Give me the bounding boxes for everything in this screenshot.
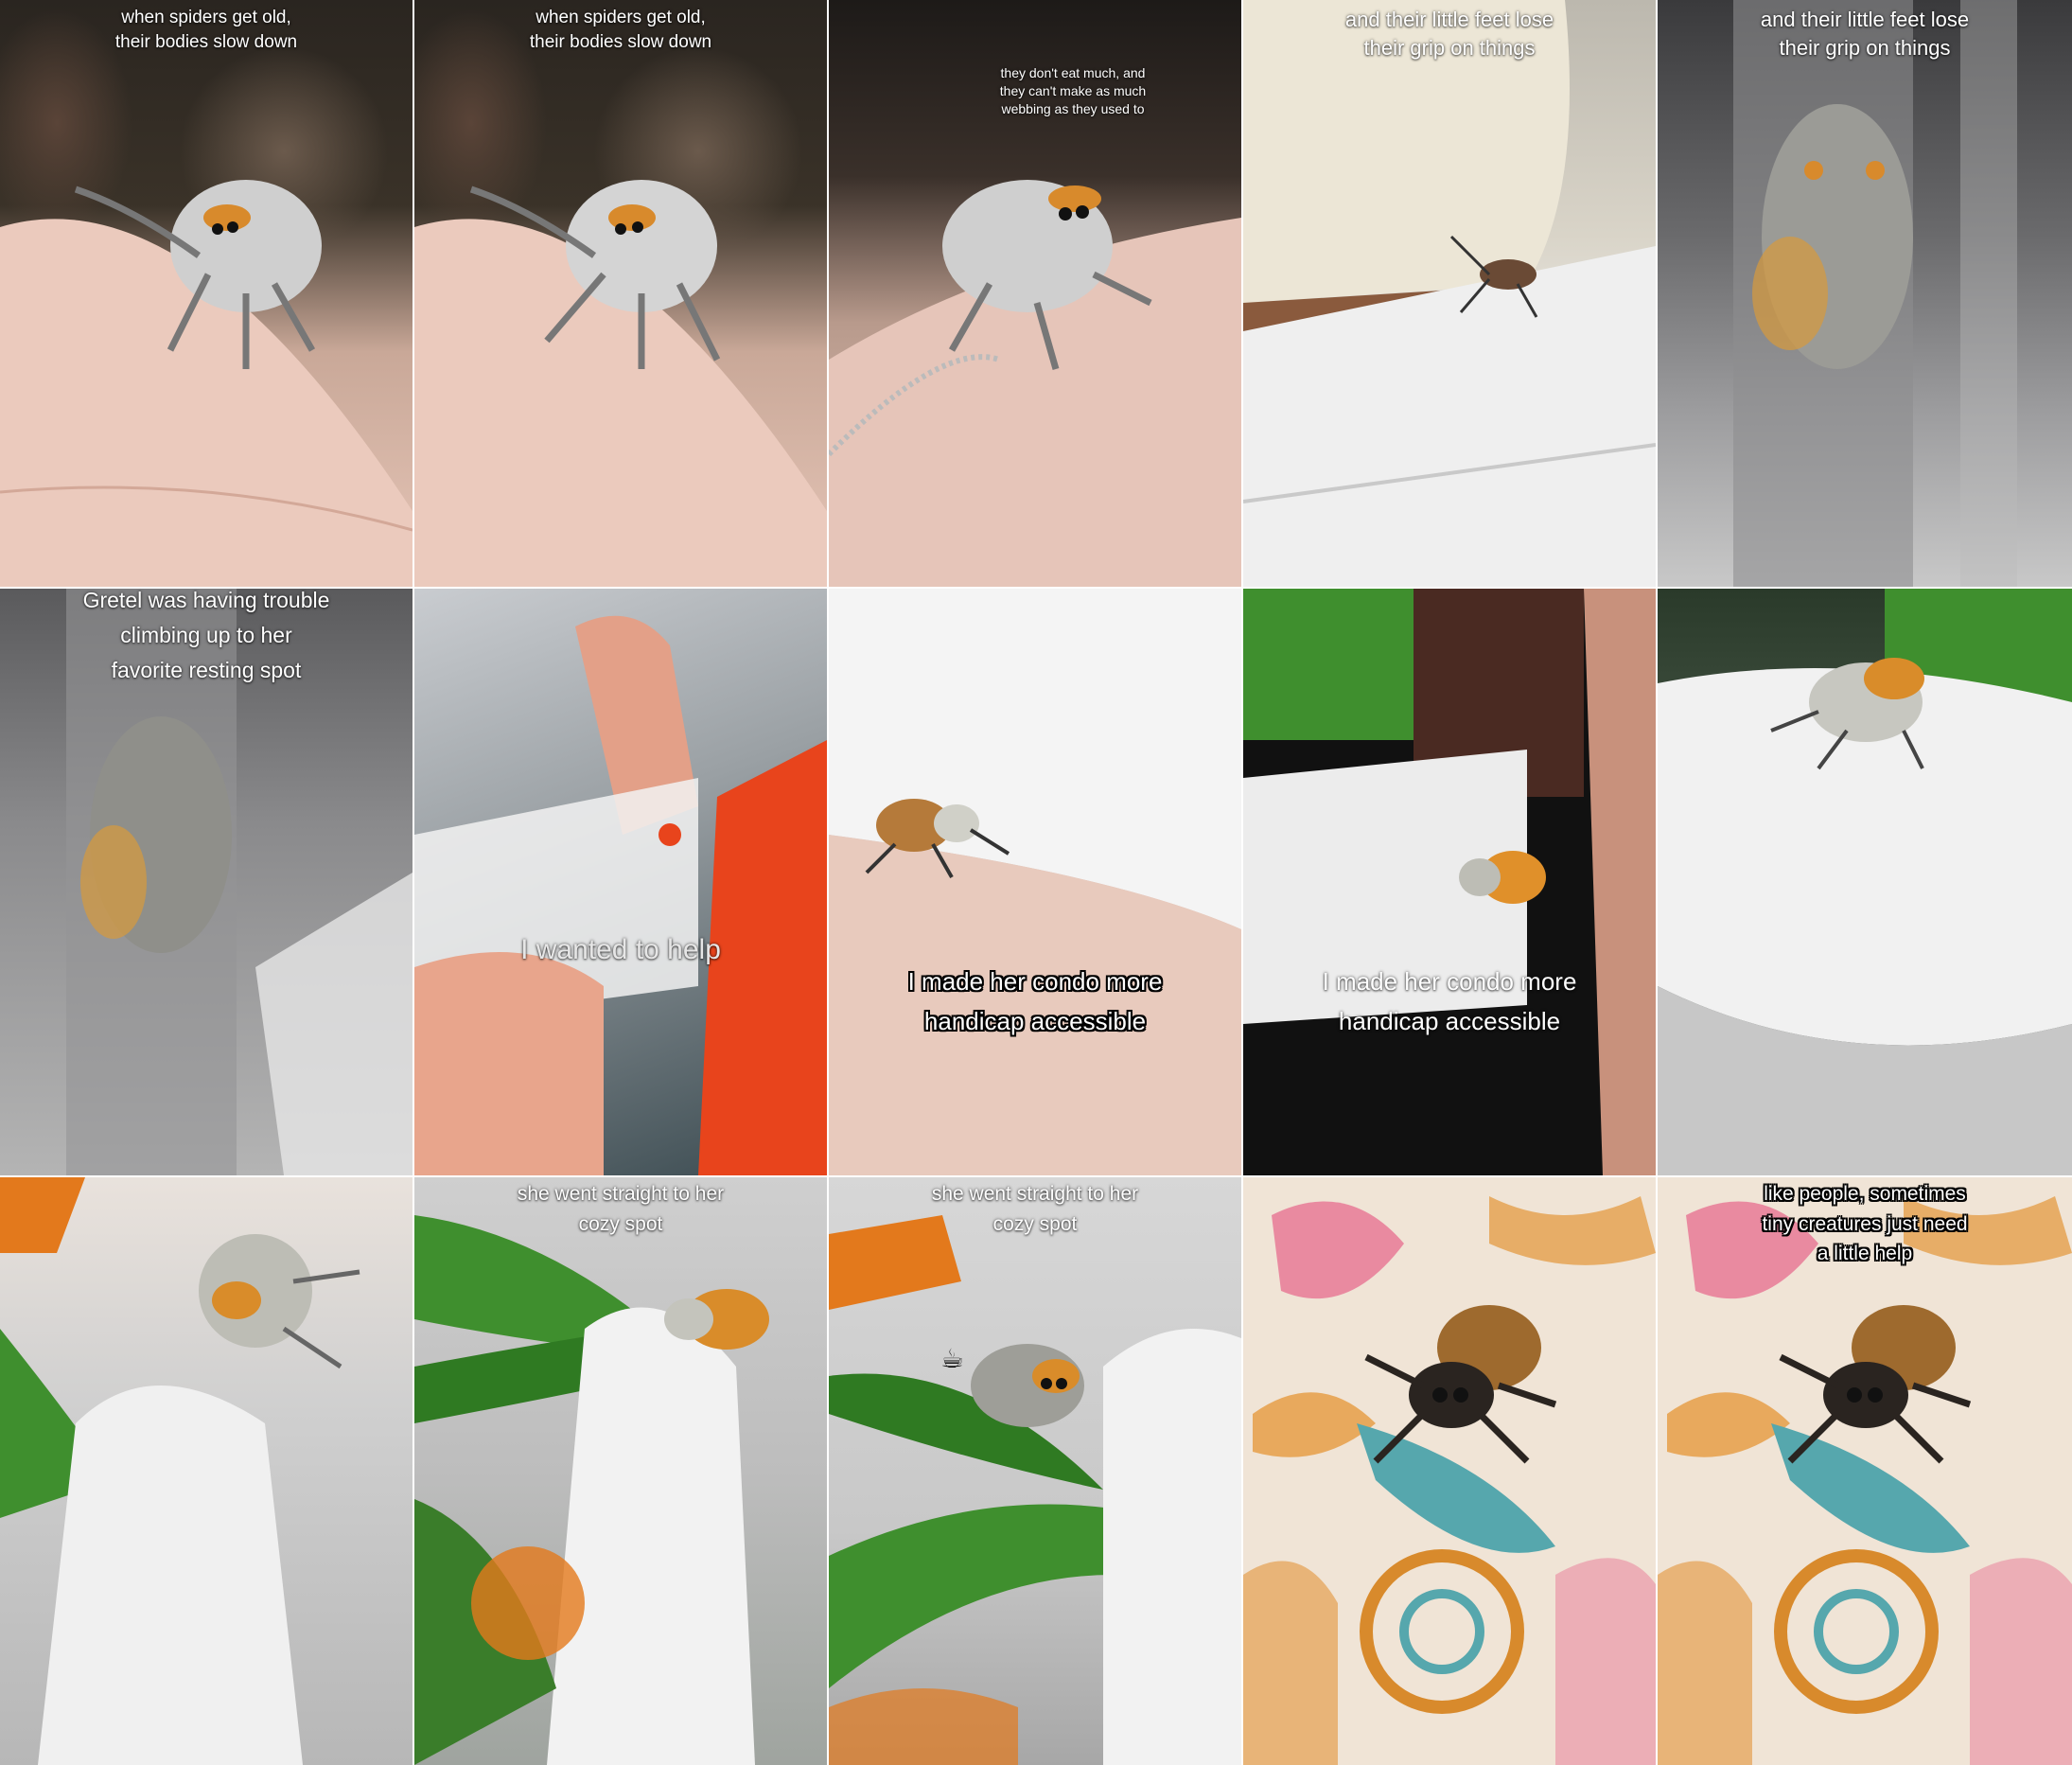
spider-icon bbox=[664, 1289, 769, 1350]
frame-caption: like people, sometimes tiny creatures ju… bbox=[1762, 1183, 1968, 1264]
spider-icon bbox=[1779, 1305, 1972, 1464]
frame-4: and their little feet lose their grip on… bbox=[1243, 0, 1656, 587]
spider-icon bbox=[1752, 104, 1913, 369]
spider-icon bbox=[1770, 658, 1924, 770]
frame-caption: I made her condo more handicap accessibl… bbox=[907, 967, 1163, 1035]
frame-caption: I wanted to help bbox=[520, 934, 721, 965]
spider-icon bbox=[469, 180, 721, 369]
frame-caption: I made her condo more handicap accessibl… bbox=[1322, 967, 1577, 1035]
frame-5: and their little feet lose their grip on… bbox=[1658, 0, 2072, 587]
spider-icon bbox=[865, 799, 1010, 878]
frame-3: they don't eat much, and they can't make… bbox=[829, 0, 1241, 587]
spider-icon bbox=[74, 180, 322, 369]
frame-14 bbox=[1243, 1177, 1656, 1765]
image-collage-grid: when spiders get old, their bodies slow … bbox=[0, 0, 2072, 1765]
frame-9: I made her condo more handicap accessibl… bbox=[1243, 589, 1656, 1175]
spider-icon bbox=[971, 1344, 1084, 1427]
spider-icon bbox=[942, 180, 1152, 370]
spider-icon bbox=[1459, 851, 1546, 904]
frame-2: when spiders get old, their bodies slow … bbox=[414, 0, 827, 587]
frame-7: I wanted to help bbox=[414, 589, 827, 1175]
frame-8: I made her condo more handicap accessibl… bbox=[829, 589, 1241, 1175]
spider-icon bbox=[1449, 235, 1538, 318]
frame-caption: they don't eat much, and they can't make… bbox=[999, 65, 1147, 116]
frame-13: ☕ she went straight to her cozy spot bbox=[829, 1177, 1241, 1765]
frame-caption: she went straight to her cozy spot bbox=[517, 1183, 725, 1235]
frame-caption: Gretel was having trouble climbing up to… bbox=[82, 589, 330, 682]
frame-caption: when spiders get old, their bodies slow … bbox=[529, 8, 712, 52]
frame-caption: she went straight to her cozy spot bbox=[931, 1183, 1139, 1235]
frame-11 bbox=[0, 1177, 413, 1765]
frame-12: she went straight to her cozy spot bbox=[414, 1177, 827, 1765]
frame-6: Gretel was having trouble climbing up to… bbox=[0, 589, 413, 1175]
frame-caption: when spiders get old, their bodies slow … bbox=[114, 8, 298, 52]
frame-15: like people, sometimes tiny creatures ju… bbox=[1658, 1177, 2072, 1765]
frame-10 bbox=[1658, 589, 2072, 1175]
spider-icon bbox=[1364, 1305, 1557, 1464]
frame-caption: and their little feet lose their grip on… bbox=[1760, 8, 1970, 60]
spider-icon bbox=[80, 716, 232, 953]
coffee-cup-icon: ☕ bbox=[940, 1344, 965, 1373]
spider-icon bbox=[199, 1234, 360, 1369]
frame-caption: and their little feet lose their grip on… bbox=[1344, 8, 1554, 60]
frame-1: when spiders get old, their bodies slow … bbox=[0, 0, 413, 587]
